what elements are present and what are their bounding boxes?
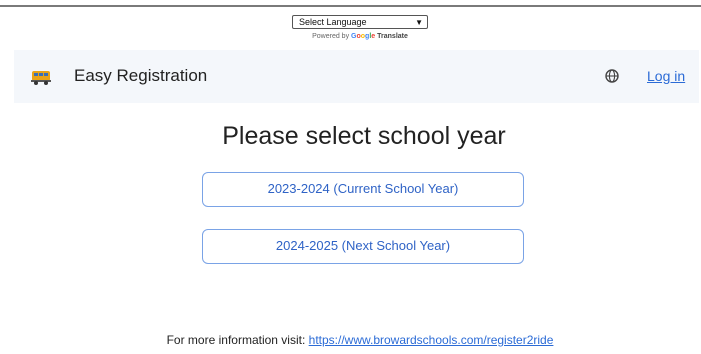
- translate-link[interactable]: Translate: [377, 33, 408, 40]
- language-select[interactable]: Select Language ▼: [292, 15, 428, 29]
- register2ride-link[interactable]: https://www.browardschools.com/register2…: [309, 333, 554, 347]
- google-translate-widget: Select Language ▼ Powered by Google Tran…: [290, 12, 430, 40]
- next-school-year-button[interactable]: 2024-2025 (Next School Year): [202, 229, 524, 264]
- chevron-down-icon: ▼: [415, 18, 423, 27]
- login-link[interactable]: Log in: [647, 68, 685, 84]
- footer-info: For more information visit: https://www.…: [0, 333, 701, 347]
- top-divider: [0, 5, 701, 7]
- globe-icon[interactable]: [604, 68, 620, 84]
- google-logo: Google: [351, 33, 377, 40]
- current-school-year-button[interactable]: 2023-2024 (Current School Year): [202, 172, 524, 207]
- powered-by-label: Powered by: [312, 33, 350, 40]
- footer-prefix: For more information visit:: [166, 333, 306, 347]
- top-navbar: Easy Registration Log in: [14, 50, 699, 103]
- powered-by-google: Powered by Google Translate: [290, 33, 430, 40]
- brand-title[interactable]: Easy Registration: [74, 66, 207, 86]
- google-logo-letter: e: [371, 33, 376, 40]
- page-title: Please select school year: [222, 122, 506, 150]
- school-bus-icon: [30, 67, 52, 87]
- language-select-value: Select Language: [299, 17, 367, 27]
